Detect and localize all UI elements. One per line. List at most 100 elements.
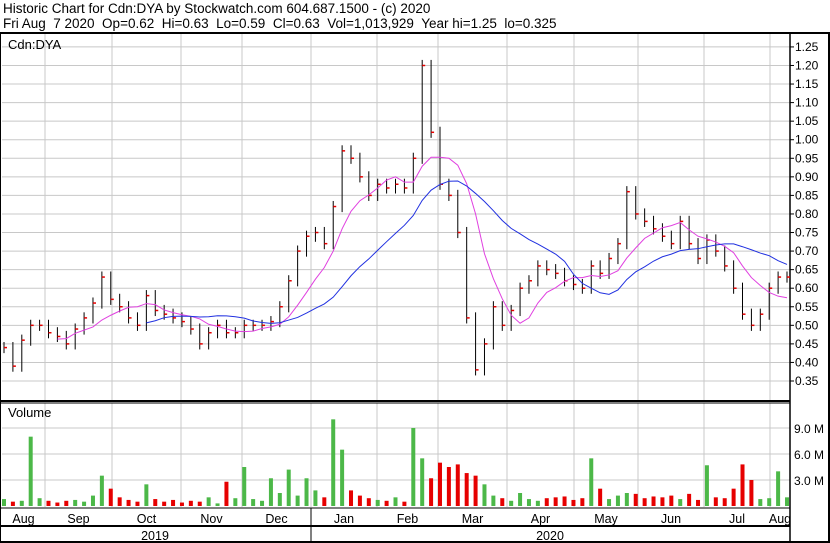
volume-bar [188, 500, 193, 506]
volume-bar [171, 499, 176, 506]
price-tick-label: 0.85 [795, 188, 819, 202]
volume-bar [402, 501, 407, 506]
volume-bar [179, 502, 184, 506]
volume-bar [758, 499, 763, 506]
month-label: Aug [12, 512, 34, 526]
volume-bar [135, 501, 140, 506]
symbol-label: Cdn:DYA [8, 37, 62, 52]
volume-bar [660, 497, 665, 506]
price-tick-label: 1.10 [795, 96, 819, 110]
price-tick-label: 1.20 [795, 58, 819, 72]
volume-bar [473, 475, 478, 506]
volume-bar [322, 497, 327, 506]
volume-tick-label: 3.0 M [794, 474, 824, 488]
volume-bar [28, 436, 33, 506]
price-tick-label: 0.75 [795, 226, 819, 240]
price-tick-label: 0.45 [795, 337, 819, 351]
volume-bar [589, 458, 594, 506]
volume-bar [553, 497, 558, 506]
volume-bar [722, 498, 727, 506]
volume-bar [55, 502, 60, 506]
volume-bar [153, 499, 158, 506]
volume-bar [268, 478, 273, 506]
month-label: Apr [531, 512, 550, 526]
price-tick-label: 1.00 [795, 133, 819, 147]
volume-bar [491, 495, 496, 506]
volume-bar [420, 458, 425, 506]
volume-bar [482, 484, 487, 506]
volume-bar [117, 497, 122, 506]
volume-bar [624, 493, 629, 506]
year-label: 2019 [141, 529, 169, 543]
volume-bar [500, 498, 505, 506]
volume-bar [73, 499, 78, 506]
volume-bar [767, 498, 772, 506]
volume-bar [206, 497, 211, 506]
volume-bar [562, 496, 567, 506]
stock-chart-window: Historic Chart for Cdn:DYA by Stockwatch… [0, 0, 830, 543]
volume-bar [696, 499, 701, 506]
volume-bar [464, 473, 469, 506]
volume-bar [518, 493, 523, 506]
volume-bar [633, 493, 638, 506]
volume-bar [509, 500, 514, 506]
month-label: Aug [769, 512, 791, 526]
volume-bar [678, 499, 683, 506]
volume-bar [64, 500, 69, 506]
month-label: May [594, 512, 618, 526]
volume-bar [642, 498, 647, 506]
volume-bar [375, 499, 380, 506]
volume-bar [224, 481, 229, 506]
month-label: Oct [137, 512, 157, 526]
volume-bar [776, 471, 781, 506]
moving-average-short [57, 156, 788, 340]
volume-bar [313, 490, 318, 506]
month-label: Nov [200, 512, 223, 526]
price-tick-label: 0.95 [795, 151, 819, 165]
volume-bar [19, 500, 24, 506]
volume-bar [295, 495, 300, 506]
volume-bar [162, 501, 167, 506]
volume-bar [215, 503, 220, 506]
volume-bar [446, 467, 451, 506]
volume-label: Volume [8, 405, 51, 420]
volume-bar [526, 499, 531, 506]
volume-bar [615, 495, 620, 506]
volume-bar [277, 493, 282, 506]
volume-bar [2, 499, 6, 506]
volume-bar [411, 428, 416, 506]
price-tick-label: 0.65 [795, 263, 819, 277]
price-tick-label: 1.05 [795, 114, 819, 128]
month-label: Jun [661, 512, 681, 526]
volume-bar [598, 488, 603, 506]
price-tick-label: 0.50 [795, 318, 819, 332]
volume-tick-label: 6.0 M [794, 448, 824, 462]
month-label: Sep [67, 512, 89, 526]
volume-bar [687, 493, 692, 506]
volume-bar [571, 499, 576, 506]
month-label: Mar [462, 512, 484, 526]
volume-bar [535, 500, 540, 506]
volume-tick-label: 9.0 M [794, 422, 824, 436]
volume-bar [704, 465, 709, 506]
volume-bar [437, 462, 442, 506]
volume-bar [607, 499, 612, 506]
volume-bar [544, 498, 549, 506]
volume-bar [393, 497, 398, 506]
volume-bar [90, 495, 95, 506]
volume-bar [331, 419, 336, 506]
volume-bar [340, 449, 345, 506]
volume-bar [82, 501, 87, 506]
volume-bar [429, 478, 434, 506]
year-label: 2020 [536, 529, 564, 543]
volume-bar [286, 469, 291, 506]
price-tick-label: 0.80 [795, 207, 819, 221]
volume-bar [233, 498, 238, 506]
volume-bar [260, 500, 265, 506]
price-tick-label: 0.90 [795, 170, 819, 184]
price-tick-label: 0.35 [795, 374, 819, 388]
price-tick-label: 0.60 [795, 281, 819, 295]
volume-bar [37, 498, 42, 506]
volume-bar [126, 499, 131, 506]
volume-bar [384, 500, 389, 506]
